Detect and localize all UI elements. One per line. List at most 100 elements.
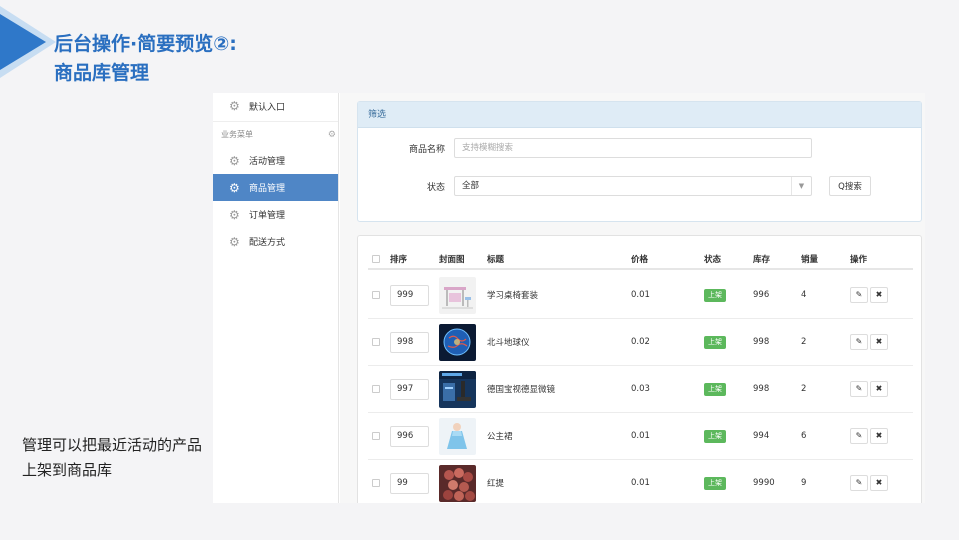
product-stock: 998 <box>753 384 770 394</box>
edit-icon[interactable]: ✎ <box>850 381 868 397</box>
status-select-value: 全部 <box>462 181 480 191</box>
header-cover: 封面图 <box>439 255 465 265</box>
edit-icon[interactable]: ✎ <box>850 428 868 444</box>
product-table: 排序 封面图 标题 价格 状态 库存 销量 操作 999 学习桌椅套装 0.01… <box>357 235 922 503</box>
sidebar-item-orders[interactable]: ⚙ 订单管理 <box>213 201 338 228</box>
table-row: 99 红提 0.01 上架 9990 9 ✎ ✖ <box>368 460 913 503</box>
header-actions: 操作 <box>850 255 868 265</box>
close-icon[interactable]: ✖ <box>870 428 888 444</box>
close-icon[interactable]: ✖ <box>870 475 888 491</box>
edit-icon[interactable]: ✎ <box>850 334 868 350</box>
slide-title-line2: 商品库管理 <box>54 62 150 84</box>
sidebar-section-header: 业务菜单 ⚙ <box>213 121 338 147</box>
sidebar-item-label: 配送方式 <box>249 238 286 248</box>
sidebar-item-label: 商品管理 <box>249 184 286 194</box>
product-sales: 9 <box>801 478 807 488</box>
header-price: 价格 <box>631 255 649 265</box>
product-price: 0.02 <box>631 337 650 347</box>
status-select[interactable]: 全部 ▼ <box>454 176 812 196</box>
filter-status-row: 状态 全部 ▼ Q搜索 <box>358 176 871 196</box>
gear-icon: ⚙ <box>229 99 240 113</box>
gear-icon: ⚙ <box>229 207 240 222</box>
product-stock: 998 <box>753 337 770 347</box>
filter-title: 筛选 <box>358 102 921 128</box>
select-all-checkbox[interactable] <box>372 255 380 263</box>
gear-icon: ⚙ <box>229 153 240 168</box>
gear-icon: ⚙ <box>229 180 240 195</box>
table-row: 997 德国宝视德显微镜 0.03 上架 998 2 ✎ ✖ <box>368 366 913 413</box>
gear-icon[interactable]: ⚙ <box>328 130 336 140</box>
sidebar-item-label: 默认入口 <box>249 102 286 113</box>
row-checkbox[interactable] <box>372 479 380 487</box>
gear-icon: ⚙ <box>229 234 240 249</box>
sidebar-item-default[interactable]: ⚙ 默认入口 <box>213 93 338 119</box>
header-title: 标题 <box>487 255 505 265</box>
product-sales: 2 <box>801 337 807 347</box>
header-sales: 销量 <box>801 255 819 265</box>
filter-name-row: 商品名称 支持模糊搜索 <box>358 138 812 158</box>
desk-chair-thumb <box>439 276 476 314</box>
product-stock: 9990 <box>753 478 775 488</box>
microscope-thumb <box>439 370 476 408</box>
table-row: 999 学习桌椅套装 0.01 上架 996 4 ✎ ✖ <box>368 272 913 319</box>
status-badge: 上架 <box>704 335 726 349</box>
status-label: 状态 <box>426 182 445 193</box>
status-badge: 上架 <box>704 429 726 443</box>
product-title: 学习桌椅套装 <box>487 291 539 301</box>
sort-input[interactable]: 998 <box>390 331 429 353</box>
row-checkbox[interactable] <box>372 291 380 299</box>
product-title: 德国宝视德显微镜 <box>487 385 556 395</box>
corner-decoration <box>0 14 46 70</box>
grapes-thumb <box>439 464 476 502</box>
header-status: 状态 <box>704 255 722 265</box>
dress-thumb <box>439 417 476 455</box>
product-sales: 2 <box>801 384 807 394</box>
slide-title-line1: 后台操作·简要预览②: <box>54 33 237 55</box>
product-sales: 4 <box>801 290 807 300</box>
table-header: 排序 封面图 标题 价格 状态 库存 销量 操作 <box>368 248 913 270</box>
table-row: 998 北斗地球仪 0.02 上架 998 2 ✎ ✖ <box>368 319 913 366</box>
search-button[interactable]: Q搜索 <box>829 176 871 196</box>
row-checkbox[interactable] <box>372 338 380 346</box>
row-checkbox[interactable] <box>372 432 380 440</box>
sidebar: ⚙ 默认入口 业务菜单 ⚙ ⚙ 活动管理 ⚙ 商品管理 ⚙ 订单管理 ⚙ 配送方… <box>213 93 339 503</box>
name-label: 商品名称 <box>408 144 445 155</box>
product-price: 0.01 <box>631 478 650 488</box>
product-sales: 6 <box>801 431 807 441</box>
header-sort: 排序 <box>390 255 408 265</box>
header-stock: 库存 <box>753 255 771 265</box>
product-price: 0.01 <box>631 290 650 300</box>
slide-title: 后台操作·简要预览②: 商品库管理 <box>54 30 237 88</box>
sidebar-item-label: 活动管理 <box>249 157 286 167</box>
product-title: 公主裙 <box>487 432 513 442</box>
row-checkbox[interactable] <box>372 385 380 393</box>
main-content: 筛选 商品名称 支持模糊搜索 状态 全部 ▼ Q搜索 排序 封面图 标题 价格 <box>340 93 925 503</box>
close-icon[interactable]: ✖ <box>870 381 888 397</box>
product-name-input[interactable]: 支持模糊搜索 <box>454 138 812 158</box>
sidebar-item-activity[interactable]: ⚙ 活动管理 <box>213 147 338 174</box>
edit-icon[interactable]: ✎ <box>850 287 868 303</box>
product-price: 0.01 <box>631 431 650 441</box>
product-title: 北斗地球仪 <box>487 338 530 348</box>
sidebar-section-label: 业务菜单 <box>221 130 253 139</box>
sidebar-item-delivery[interactable]: ⚙ 配送方式 <box>213 228 338 255</box>
sort-input[interactable]: 999 <box>390 284 429 306</box>
sort-input[interactable]: 997 <box>390 378 429 400</box>
edit-icon[interactable]: ✎ <box>850 475 868 491</box>
status-badge: 上架 <box>704 382 726 396</box>
product-price: 0.03 <box>631 384 650 394</box>
sort-input[interactable]: 996 <box>390 425 429 447</box>
filter-panel: 筛选 商品名称 支持模糊搜索 状态 全部 ▼ Q搜索 <box>357 101 922 222</box>
chevron-down-icon: ▼ <box>791 177 811 195</box>
product-stock: 996 <box>753 290 770 300</box>
product-title: 红提 <box>487 479 505 489</box>
sidebar-item-products[interactable]: ⚙ 商品管理 <box>213 174 338 201</box>
globe-thumb <box>439 323 476 361</box>
sort-input[interactable]: 99 <box>390 472 429 494</box>
close-icon[interactable]: ✖ <box>870 334 888 350</box>
table-row: 996 公主裙 0.01 上架 994 6 ✎ ✖ <box>368 413 913 460</box>
status-badge: 上架 <box>704 476 726 490</box>
sidebar-item-label: 订单管理 <box>249 211 286 221</box>
close-icon[interactable]: ✖ <box>870 287 888 303</box>
product-stock: 994 <box>753 431 770 441</box>
